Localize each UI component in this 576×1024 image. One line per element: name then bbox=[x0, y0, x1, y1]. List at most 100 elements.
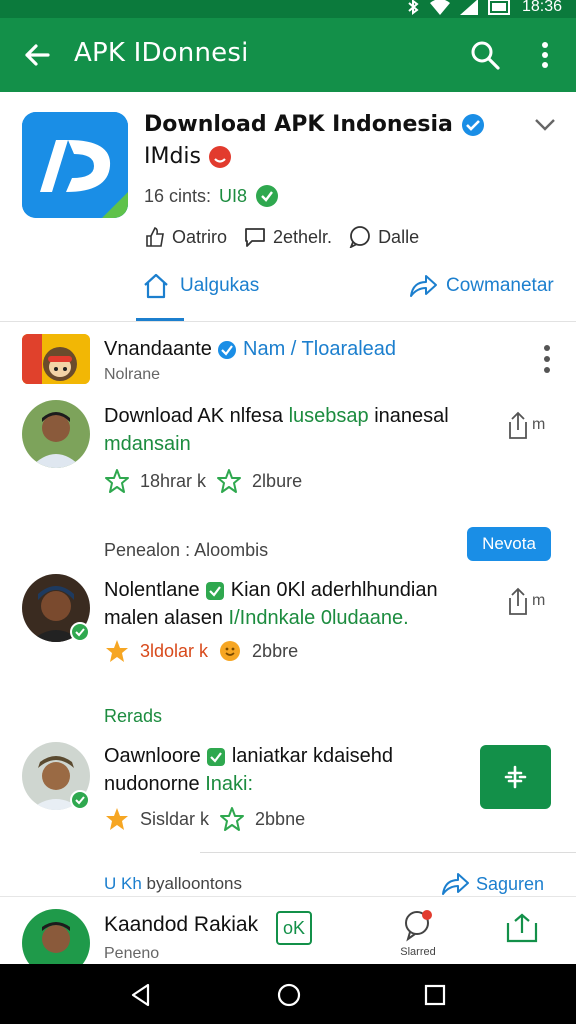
share-arrow-icon bbox=[442, 873, 469, 895]
post-text-line2b: I/Indnkale 0ludaane. bbox=[228, 607, 409, 629]
tab-indicator bbox=[136, 318, 184, 321]
avatar-photo bbox=[22, 400, 90, 468]
bluetooth-icon bbox=[408, 0, 419, 15]
post-stats: 3ldolar k 2bbre bbox=[104, 638, 298, 664]
section-header: Vnandaante Nam / Tloaralead Nolrane bbox=[0, 332, 576, 392]
share-label: m bbox=[532, 416, 546, 433]
more-vert-icon[interactable] bbox=[530, 38, 560, 72]
starred-label: Slarred bbox=[400, 946, 436, 958]
app-bar: APK IDonnesi bbox=[0, 18, 576, 92]
stat-2: 2bbne bbox=[255, 808, 306, 829]
avatar[interactable] bbox=[22, 400, 90, 468]
like-action[interactable]: Oatriro bbox=[144, 226, 227, 248]
game-thumbnail bbox=[22, 334, 90, 384]
header-actions: Oatriro 2ethelr. Dalle bbox=[144, 226, 419, 248]
star-outline-icon[interactable] bbox=[219, 806, 245, 832]
post-item[interactable]: Oawnloore laniatkar kdaisehd nudonorne I… bbox=[0, 742, 576, 842]
verified-check-icon bbox=[207, 747, 226, 766]
like-icon bbox=[146, 227, 164, 247]
post-text-line2a: malen alasen bbox=[104, 607, 223, 629]
star-outline-icon[interactable] bbox=[216, 468, 242, 494]
post-text-green: lusebsap bbox=[288, 405, 369, 427]
footer-share-label: Saguren bbox=[476, 873, 545, 894]
post-text: Oawnloore laniatkar kdaisehd nudonorne I… bbox=[104, 742, 474, 798]
footer-share[interactable]: Saguren bbox=[440, 870, 544, 898]
app-subtitle: IMdis bbox=[144, 144, 232, 169]
post-text-line2: mdansain bbox=[104, 433, 191, 455]
search-icon[interactable] bbox=[468, 38, 502, 72]
tab-comment-label: Cowmanetar bbox=[446, 275, 554, 296]
star-outline-icon[interactable] bbox=[104, 468, 130, 494]
comment-action-label: 2ethelr. bbox=[273, 226, 333, 247]
share-button[interactable]: m bbox=[506, 408, 550, 442]
bottom-profile-card: Kaandod Rakiak Peneno oK Slarred bbox=[0, 896, 576, 977]
follow-button[interactable]: Nevota bbox=[467, 527, 551, 561]
tab-update[interactable]: Ualgukas bbox=[142, 272, 259, 300]
post-item[interactable]: Download AK nlfesa lusebsap inanesal mda… bbox=[0, 400, 576, 510]
profile-name: Kaandod Rakiak bbox=[104, 913, 259, 936]
add-circle-icon[interactable] bbox=[255, 184, 279, 208]
chevron-down-icon[interactable] bbox=[532, 114, 558, 134]
post-category: Rerads bbox=[104, 706, 163, 726]
emoji-icon[interactable] bbox=[218, 639, 242, 663]
verified-badge-icon bbox=[218, 340, 237, 359]
back-arrow-icon[interactable] bbox=[20, 38, 54, 72]
post-text-rest: Kian 0Kl aderhlhundian bbox=[230, 579, 438, 601]
ok-button[interactable]: oK bbox=[276, 911, 312, 945]
footer-left-text: byalloontons bbox=[146, 874, 242, 893]
online-badge bbox=[70, 622, 90, 642]
check-icon bbox=[75, 796, 85, 805]
meta-highlight: UI8 bbox=[219, 185, 248, 206]
post-text: Nolentlane Kian 0Kl aderhlhundian malen … bbox=[104, 576, 494, 632]
chat-action-label: Dalle bbox=[378, 226, 420, 247]
more-vert-icon[interactable] bbox=[540, 344, 554, 374]
share-button[interactable]: m bbox=[506, 584, 550, 618]
upload-icon[interactable] bbox=[504, 911, 540, 945]
profile-sub: Peneno bbox=[104, 945, 160, 962]
like-action-label: Oatriro bbox=[172, 226, 228, 247]
footer-left-link[interactable]: U Kh bbox=[104, 874, 142, 893]
star-filled-icon[interactable] bbox=[104, 806, 130, 832]
post-text-rest: inanesal bbox=[374, 405, 449, 427]
post-text-main: Nolentlane bbox=[104, 579, 200, 601]
chat-action[interactable]: Dalle bbox=[348, 226, 419, 248]
star-filled-icon[interactable] bbox=[104, 638, 130, 664]
stat-1: Sisldar k bbox=[140, 808, 210, 829]
stat-1: 18hrar k bbox=[140, 470, 207, 491]
section-subtitle: Nolrane bbox=[104, 366, 161, 383]
verified-check-icon bbox=[206, 581, 225, 600]
tab-comment[interactable]: Cowmanetar bbox=[408, 272, 554, 300]
stat-2: 2lbure bbox=[252, 470, 303, 491]
app-bar-title: APK IDonnesi bbox=[74, 38, 249, 68]
post-text-rest: laniatkar kdaisehd bbox=[231, 745, 394, 767]
app-logo bbox=[22, 112, 128, 218]
app-header-card: Download APK Indonesia IMdis 16 cints: U… bbox=[0, 92, 576, 322]
divider bbox=[200, 852, 576, 853]
status-bar: 18:36 bbox=[0, 0, 576, 18]
share-arrow-icon bbox=[410, 275, 437, 297]
nav-back-icon[interactable] bbox=[128, 982, 154, 1008]
share-label: m bbox=[532, 592, 546, 609]
battery-icon bbox=[487, 0, 510, 15]
verified-badge-icon bbox=[461, 114, 484, 136]
nav-recents-icon[interactable] bbox=[424, 984, 446, 1006]
post-stats: 18hrar k 2lbure bbox=[104, 468, 302, 494]
chat-icon bbox=[349, 226, 370, 248]
nav-home-icon[interactable] bbox=[276, 982, 302, 1008]
tab-update-label: Ualgukas bbox=[180, 275, 260, 296]
footer-left: U Kh byalloontons bbox=[104, 874, 242, 894]
app-subtitle-text: IMdis bbox=[144, 144, 202, 169]
home-icon bbox=[144, 273, 168, 299]
check-icon bbox=[75, 628, 85, 637]
section-title-link[interactable]: Nam / Tloaralead bbox=[243, 338, 396, 360]
share-icon bbox=[509, 411, 527, 439]
section-title: Vnandaante Nam / Tloaralead bbox=[104, 338, 396, 361]
comment-action[interactable]: 2ethelr. bbox=[243, 226, 332, 248]
app-title-text: Download APK Indonesia bbox=[144, 112, 453, 137]
post-text-main: Oawnloore bbox=[104, 745, 201, 767]
stat-2: 2bbre bbox=[252, 640, 299, 661]
starred-button[interactable]: Slarred bbox=[396, 907, 440, 959]
post-text-main: Download AK nlfesa bbox=[104, 405, 284, 427]
post-item[interactable]: Nolentlane Kian 0Kl aderhlhundian malen … bbox=[0, 574, 576, 674]
comment-icon bbox=[245, 228, 265, 247]
